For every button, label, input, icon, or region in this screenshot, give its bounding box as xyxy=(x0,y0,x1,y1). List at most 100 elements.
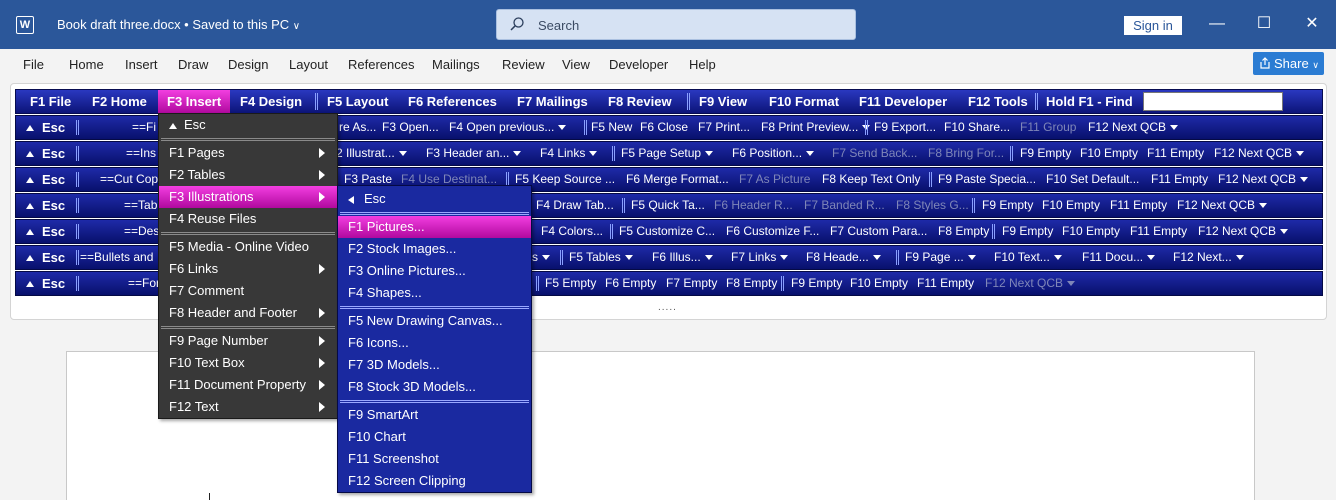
menu-developer[interactable]: Developer xyxy=(609,57,668,72)
qcb-cell[interactable]: F10 Text... xyxy=(994,246,1062,269)
maximize-icon[interactable]: ☐ xyxy=(1252,12,1276,36)
qcb-cell[interactable]: F12 Next QCB xyxy=(1214,142,1305,165)
qcb-tab-format[interactable]: F10 Format xyxy=(769,90,839,113)
qcb-cell[interactable]: F6 Close xyxy=(640,116,688,139)
menu-item-smartart[interactable]: F9 SmartArt xyxy=(338,404,531,426)
qcb-cell[interactable]: F11 Docu... xyxy=(1082,246,1156,269)
esc-button[interactable]: Esc xyxy=(16,116,76,139)
menu-item-stock-images[interactable]: F2 Stock Images... xyxy=(338,238,531,260)
submenu-esc-item[interactable]: Esc xyxy=(338,188,531,210)
qcb-cell[interactable]: F5 Tables xyxy=(569,246,633,269)
menu-insert[interactable]: Insert xyxy=(125,57,158,72)
qcb-cell[interactable]: F12 Next... xyxy=(1173,246,1244,269)
qcb-cell[interactable]: F9 Export... xyxy=(874,116,936,139)
qcb-tab-review[interactable]: F8 Review xyxy=(608,90,672,113)
qcb-tab-file[interactable]: F1 File xyxy=(30,90,71,113)
qcb-cell[interactable]: F8 Heade... xyxy=(806,246,881,269)
ribbon-collapse-handle[interactable]: ..... xyxy=(658,302,677,313)
menu-item-icons[interactable]: F6 Icons... xyxy=(338,332,531,354)
qcb-tab-references[interactable]: F6 References xyxy=(408,90,497,113)
qcb-tab-tools[interactable]: F12 Tools xyxy=(968,90,1028,113)
menu-help[interactable]: Help xyxy=(689,57,716,72)
qcb-cell[interactable]: F10 Empty xyxy=(1062,220,1120,243)
qcb-cell[interactable]: F10 Share... xyxy=(944,116,1010,139)
menu-item-chart[interactable]: F10 Chart xyxy=(338,426,531,448)
menu-item-shapes[interactable]: F4 Shapes... xyxy=(338,282,531,304)
qcb-cell[interactable]: F12 Next QCB xyxy=(1088,116,1179,139)
menu-item-drawing-canvas[interactable]: F5 New Drawing Canvas... xyxy=(338,310,531,332)
qcb-cell[interactable]: F12 Next QCB xyxy=(1198,220,1289,243)
menu-item-text-box[interactable]: F10 Text Box xyxy=(159,352,337,374)
menu-item-text[interactable]: F12 Text xyxy=(159,396,337,418)
qcb-cell[interactable]: F3 Header an... xyxy=(426,142,522,165)
menu-item-pages[interactable]: F1 Pages xyxy=(159,142,337,164)
qcb-cell[interactable]: F11 Empty xyxy=(1110,194,1167,217)
qcb-cell[interactable]: F12 Next QCB xyxy=(1218,168,1309,191)
qcb-cell[interactable]: F9 Page ... xyxy=(905,246,976,269)
qcb-cell[interactable]: F10 Empty xyxy=(1042,194,1100,217)
qcb-cell[interactable]: F9 Empty xyxy=(791,272,842,295)
qcb-cell[interactable]: F9 Empty xyxy=(982,194,1033,217)
qcb-tab-layout[interactable]: F5 Layout xyxy=(327,90,388,113)
qcb-cell[interactable]: F5 Empty xyxy=(545,272,596,295)
menu-item-media[interactable]: F5 Media - Online Video xyxy=(159,236,337,258)
qcb-cell[interactable]: F8 Keep Text Only xyxy=(822,168,921,191)
qcb-cell[interactable]: F6 Empty xyxy=(605,272,656,295)
menu-review[interactable]: Review xyxy=(502,57,545,72)
qcb-cell[interactable]: F5 Page Setup xyxy=(621,142,714,165)
sign-in-button[interactable]: Sign in xyxy=(1124,16,1182,35)
qcb-cell[interactable]: F11 Empty xyxy=(917,272,974,295)
menu-item-comment[interactable]: F7 Comment xyxy=(159,280,337,302)
qcb-cell[interactable]: F6 Illus... xyxy=(652,246,713,269)
qcb-cell[interactable]: F7 Print... xyxy=(698,116,750,139)
menu-item-page-number[interactable]: F9 Page Number xyxy=(159,330,337,352)
qcb-cell[interactable]: F5 New xyxy=(591,116,632,139)
qcb-cell[interactable]: F9 Empty xyxy=(1002,220,1053,243)
qcb-cell[interactable]: F6 Merge Format... xyxy=(626,168,729,191)
qcb-cell[interactable]: F8 Print Preview... xyxy=(761,116,871,139)
menu-file[interactable]: File xyxy=(23,57,44,72)
qcb-cell[interactable]: F7 Empty xyxy=(666,272,717,295)
search-box[interactable]: Search xyxy=(496,9,856,40)
qcb-cell[interactable]: F6 Customize F... xyxy=(726,220,819,243)
qcb-cell[interactable]: F11 Empty xyxy=(1147,142,1204,165)
qcb-cell[interactable]: F3 Open... xyxy=(382,116,439,139)
menu-item-3d-models[interactable]: F7 3D Models... xyxy=(338,354,531,376)
qcb-cell[interactable]: F4 Links xyxy=(540,142,598,165)
menu-item-reuse-files[interactable]: F4 Reuse Files xyxy=(159,208,337,230)
qcb-cell[interactable]: re As... xyxy=(339,116,376,139)
menu-item-stock-3d-models[interactable]: F8 Stock 3D Models... xyxy=(338,376,531,398)
esc-button[interactable]: Esc xyxy=(16,142,76,165)
menu-view[interactable]: View xyxy=(562,57,590,72)
share-button[interactable]: Share ∨ xyxy=(1253,52,1324,75)
qcb-cell[interactable]: F5 Quick Ta... xyxy=(631,194,705,217)
qcb-cell[interactable]: F4 Colors... xyxy=(541,220,603,243)
qcb-find-input[interactable] xyxy=(1143,92,1283,111)
qcb-cell[interactable]: F8 Empty xyxy=(938,220,989,243)
menu-item-document-property[interactable]: F11 Document Property xyxy=(159,374,337,396)
qcb-cell[interactable]: F4 Draw Tab... xyxy=(536,194,614,217)
qcb-cell[interactable]: F11 Empty xyxy=(1130,220,1187,243)
esc-button[interactable]: Esc xyxy=(16,194,76,217)
qcb-cell[interactable]: F8 Empty xyxy=(726,272,777,295)
menu-item-links[interactable]: F6 Links xyxy=(159,258,337,280)
minimize-icon[interactable]: — xyxy=(1205,12,1229,36)
menu-design[interactable]: Design xyxy=(228,57,268,72)
qcb-tab-design[interactable]: F4 Design xyxy=(240,90,302,113)
qcb-cell[interactable]: F11 Empty xyxy=(1151,168,1208,191)
menu-home[interactable]: Home xyxy=(69,57,104,72)
menu-item-online-pictures[interactable]: F3 Online Pictures... xyxy=(338,260,531,282)
qcb-cell[interactable]: s xyxy=(532,246,550,269)
menu-layout[interactable]: Layout xyxy=(289,57,328,72)
qcb-cell[interactable]: F9 Paste Specia... xyxy=(938,168,1036,191)
qcb-tab-home[interactable]: F2 Home xyxy=(92,90,147,113)
qcb-tab-insert[interactable]: F3 Insert xyxy=(158,90,231,113)
menu-draw[interactable]: Draw xyxy=(178,57,208,72)
qcb-cell[interactable]: F4 Open previous... xyxy=(449,116,567,139)
qcb-cell[interactable]: F6 Position... xyxy=(732,142,815,165)
menu-mailings[interactable]: Mailings xyxy=(432,57,480,72)
qcb-cell[interactable]: F10 Empty xyxy=(850,272,908,295)
menu-item-screenshot[interactable]: F11 Screenshot xyxy=(338,448,531,470)
menu-esc-item[interactable]: Esc xyxy=(159,114,337,136)
qcb-tab-view[interactable]: F9 View xyxy=(699,90,747,113)
